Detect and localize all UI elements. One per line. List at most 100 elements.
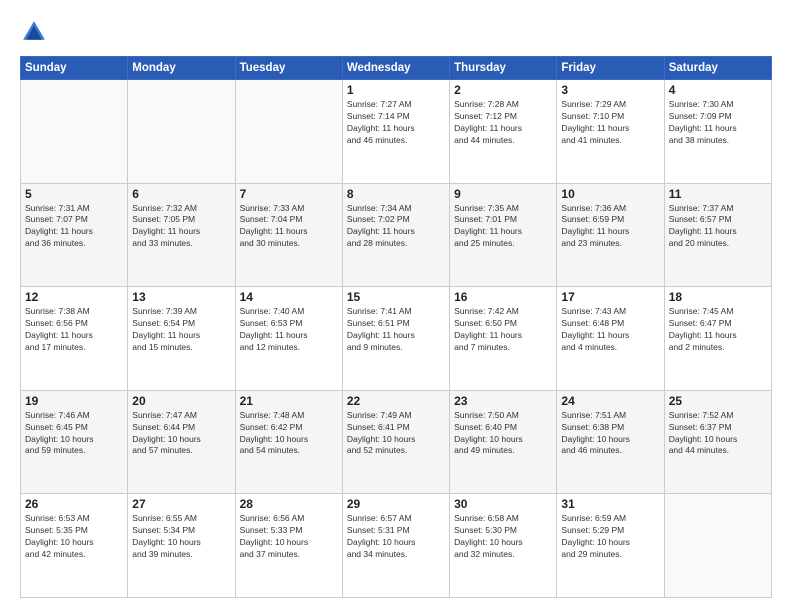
day-number: 11 <box>669 187 767 201</box>
day-number: 25 <box>669 394 767 408</box>
calendar-week-row: 26 Sunrise: 6:53 AM Sunset: 5:35 PM Dayli… <box>21 494 772 598</box>
calendar-cell <box>21 80 128 184</box>
calendar-cell: 2 Sunrise: 7:28 AM Sunset: 7:12 PM Daylig… <box>450 80 557 184</box>
calendar-table: SundayMondayTuesdayWednesdayThursdayFrid… <box>20 56 772 598</box>
calendar-cell: 27 Sunrise: 6:55 AM Sunset: 5:34 PM Dayli… <box>128 494 235 598</box>
day-info: Sunrise: 6:58 AM Sunset: 5:30 PM Dayligh… <box>454 513 552 561</box>
day-number: 17 <box>561 290 659 304</box>
day-number: 16 <box>454 290 552 304</box>
calendar-cell: 13 Sunrise: 7:39 AM Sunset: 6:54 PM Dayli… <box>128 287 235 391</box>
day-number: 19 <box>25 394 123 408</box>
day-number: 3 <box>561 83 659 97</box>
day-info: Sunrise: 7:30 AM Sunset: 7:09 PM Dayligh… <box>669 99 767 147</box>
day-info: Sunrise: 7:41 AM Sunset: 6:51 PM Dayligh… <box>347 306 445 354</box>
day-info: Sunrise: 7:33 AM Sunset: 7:04 PM Dayligh… <box>240 203 338 251</box>
day-number: 4 <box>669 83 767 97</box>
calendar-week-row: 12Sunrise: 7:38 AM Sunset: 6:56 PM Dayli… <box>21 287 772 391</box>
day-number: 9 <box>454 187 552 201</box>
calendar-cell: 6 Sunrise: 7:32 AM Sunset: 7:05 PM Daylig… <box>128 183 235 287</box>
day-info: Sunrise: 6:53 AM Sunset: 5:35 PM Dayligh… <box>25 513 123 561</box>
day-number: 20 <box>132 394 230 408</box>
day-info: Sunrise: 7:46 AM Sunset: 6:45 PM Dayligh… <box>25 410 123 458</box>
calendar-cell: 29 Sunrise: 6:57 AM Sunset: 5:31 PM Dayli… <box>342 494 449 598</box>
day-info: Sunrise: 7:48 AM Sunset: 6:42 PM Dayligh… <box>240 410 338 458</box>
day-info: Sunrise: 7:42 AM Sunset: 6:50 PM Dayligh… <box>454 306 552 354</box>
calendar-cell: 25 Sunrise: 7:52 AM Sunset: 6:37 PM Dayli… <box>664 390 771 494</box>
calendar-cell: 4 Sunrise: 7:30 AM Sunset: 7:09 PM Daylig… <box>664 80 771 184</box>
calendar-cell: 8 Sunrise: 7:34 AM Sunset: 7:02 PM Daylig… <box>342 183 449 287</box>
day-info: Sunrise: 7:50 AM Sunset: 6:40 PM Dayligh… <box>454 410 552 458</box>
calendar-day-header: Wednesday <box>342 57 449 80</box>
day-info: Sunrise: 6:56 AM Sunset: 5:33 PM Dayligh… <box>240 513 338 561</box>
day-number: 28 <box>240 497 338 511</box>
calendar-cell <box>235 80 342 184</box>
calendar-cell: 22 Sunrise: 7:49 AM Sunset: 6:41 PM Dayli… <box>342 390 449 494</box>
day-number: 6 <box>132 187 230 201</box>
day-info: Sunrise: 7:34 AM Sunset: 7:02 PM Dayligh… <box>347 203 445 251</box>
calendar-day-header: Sunday <box>21 57 128 80</box>
page: SundayMondayTuesdayWednesdayThursdayFrid… <box>0 0 792 612</box>
day-info: Sunrise: 7:36 AM Sunset: 6:59 PM Dayligh… <box>561 203 659 251</box>
calendar-cell: 24 Sunrise: 7:51 AM Sunset: 6:38 PM Dayli… <box>557 390 664 494</box>
day-number: 2 <box>454 83 552 97</box>
day-info: Sunrise: 7:28 AM Sunset: 7:12 PM Dayligh… <box>454 99 552 147</box>
calendar-day-header: Thursday <box>450 57 557 80</box>
calendar-day-header: Friday <box>557 57 664 80</box>
day-number: 13 <box>132 290 230 304</box>
logo-icon <box>20 18 48 46</box>
calendar-cell: 28 Sunrise: 6:56 AM Sunset: 5:33 PM Dayli… <box>235 494 342 598</box>
calendar-cell: 30 Sunrise: 6:58 AM Sunset: 5:30 PM Dayli… <box>450 494 557 598</box>
calendar-cell: 1Sunrise: 7:27 AM Sunset: 7:14 PM Daylig… <box>342 80 449 184</box>
day-number: 21 <box>240 394 338 408</box>
calendar-cell: 5 Sunrise: 7:31 AM Sunset: 7:07 PM Daylig… <box>21 183 128 287</box>
day-info: Sunrise: 7:47 AM Sunset: 6:44 PM Dayligh… <box>132 410 230 458</box>
calendar-cell: 9 Sunrise: 7:35 AM Sunset: 7:01 PM Daylig… <box>450 183 557 287</box>
calendar-cell: 23 Sunrise: 7:50 AM Sunset: 6:40 PM Dayli… <box>450 390 557 494</box>
day-number: 27 <box>132 497 230 511</box>
day-info: Sunrise: 7:43 AM Sunset: 6:48 PM Dayligh… <box>561 306 659 354</box>
day-info: Sunrise: 7:32 AM Sunset: 7:05 PM Dayligh… <box>132 203 230 251</box>
day-info: Sunrise: 6:55 AM Sunset: 5:34 PM Dayligh… <box>132 513 230 561</box>
day-info: Sunrise: 7:51 AM Sunset: 6:38 PM Dayligh… <box>561 410 659 458</box>
day-info: Sunrise: 6:59 AM Sunset: 5:29 PM Dayligh… <box>561 513 659 561</box>
calendar-day-header: Saturday <box>664 57 771 80</box>
day-number: 26 <box>25 497 123 511</box>
day-number: 23 <box>454 394 552 408</box>
day-info: Sunrise: 7:49 AM Sunset: 6:41 PM Dayligh… <box>347 410 445 458</box>
calendar-cell: 19 Sunrise: 7:46 AM Sunset: 6:45 PM Dayli… <box>21 390 128 494</box>
day-info: Sunrise: 7:31 AM Sunset: 7:07 PM Dayligh… <box>25 203 123 251</box>
calendar-cell: 26 Sunrise: 6:53 AM Sunset: 5:35 PM Dayli… <box>21 494 128 598</box>
logo <box>20 18 52 46</box>
day-info: Sunrise: 6:57 AM Sunset: 5:31 PM Dayligh… <box>347 513 445 561</box>
calendar-cell <box>128 80 235 184</box>
day-info: Sunrise: 7:35 AM Sunset: 7:01 PM Dayligh… <box>454 203 552 251</box>
calendar-cell: 16 Sunrise: 7:42 AM Sunset: 6:50 PM Dayli… <box>450 287 557 391</box>
calendar-cell: 3Sunrise: 7:29 AM Sunset: 7:10 PM Daylig… <box>557 80 664 184</box>
calendar-day-header: Tuesday <box>235 57 342 80</box>
day-number: 31 <box>561 497 659 511</box>
calendar-cell: 18Sunrise: 7:45 AM Sunset: 6:47 PM Dayli… <box>664 287 771 391</box>
calendar-cell <box>664 494 771 598</box>
day-number: 7 <box>240 187 338 201</box>
day-number: 10 <box>561 187 659 201</box>
calendar-cell: 20 Sunrise: 7:47 AM Sunset: 6:44 PM Dayli… <box>128 390 235 494</box>
calendar-week-row: 5 Sunrise: 7:31 AM Sunset: 7:07 PM Daylig… <box>21 183 772 287</box>
calendar-cell: 21 Sunrise: 7:48 AM Sunset: 6:42 PM Dayli… <box>235 390 342 494</box>
day-number: 24 <box>561 394 659 408</box>
day-number: 29 <box>347 497 445 511</box>
day-info: Sunrise: 7:39 AM Sunset: 6:54 PM Dayligh… <box>132 306 230 354</box>
day-number: 5 <box>25 187 123 201</box>
day-number: 30 <box>454 497 552 511</box>
calendar-cell: 14Sunrise: 7:40 AM Sunset: 6:53 PM Dayli… <box>235 287 342 391</box>
day-info: Sunrise: 7:40 AM Sunset: 6:53 PM Dayligh… <box>240 306 338 354</box>
header <box>20 18 772 46</box>
calendar-day-header: Monday <box>128 57 235 80</box>
day-info: Sunrise: 7:52 AM Sunset: 6:37 PM Dayligh… <box>669 410 767 458</box>
day-number: 22 <box>347 394 445 408</box>
calendar-cell: 17 Sunrise: 7:43 AM Sunset: 6:48 PM Dayli… <box>557 287 664 391</box>
day-number: 12 <box>25 290 123 304</box>
calendar-cell: 11Sunrise: 7:37 AM Sunset: 6:57 PM Dayli… <box>664 183 771 287</box>
day-info: Sunrise: 7:45 AM Sunset: 6:47 PM Dayligh… <box>669 306 767 354</box>
calendar-cell: 12Sunrise: 7:38 AM Sunset: 6:56 PM Dayli… <box>21 287 128 391</box>
day-number: 8 <box>347 187 445 201</box>
